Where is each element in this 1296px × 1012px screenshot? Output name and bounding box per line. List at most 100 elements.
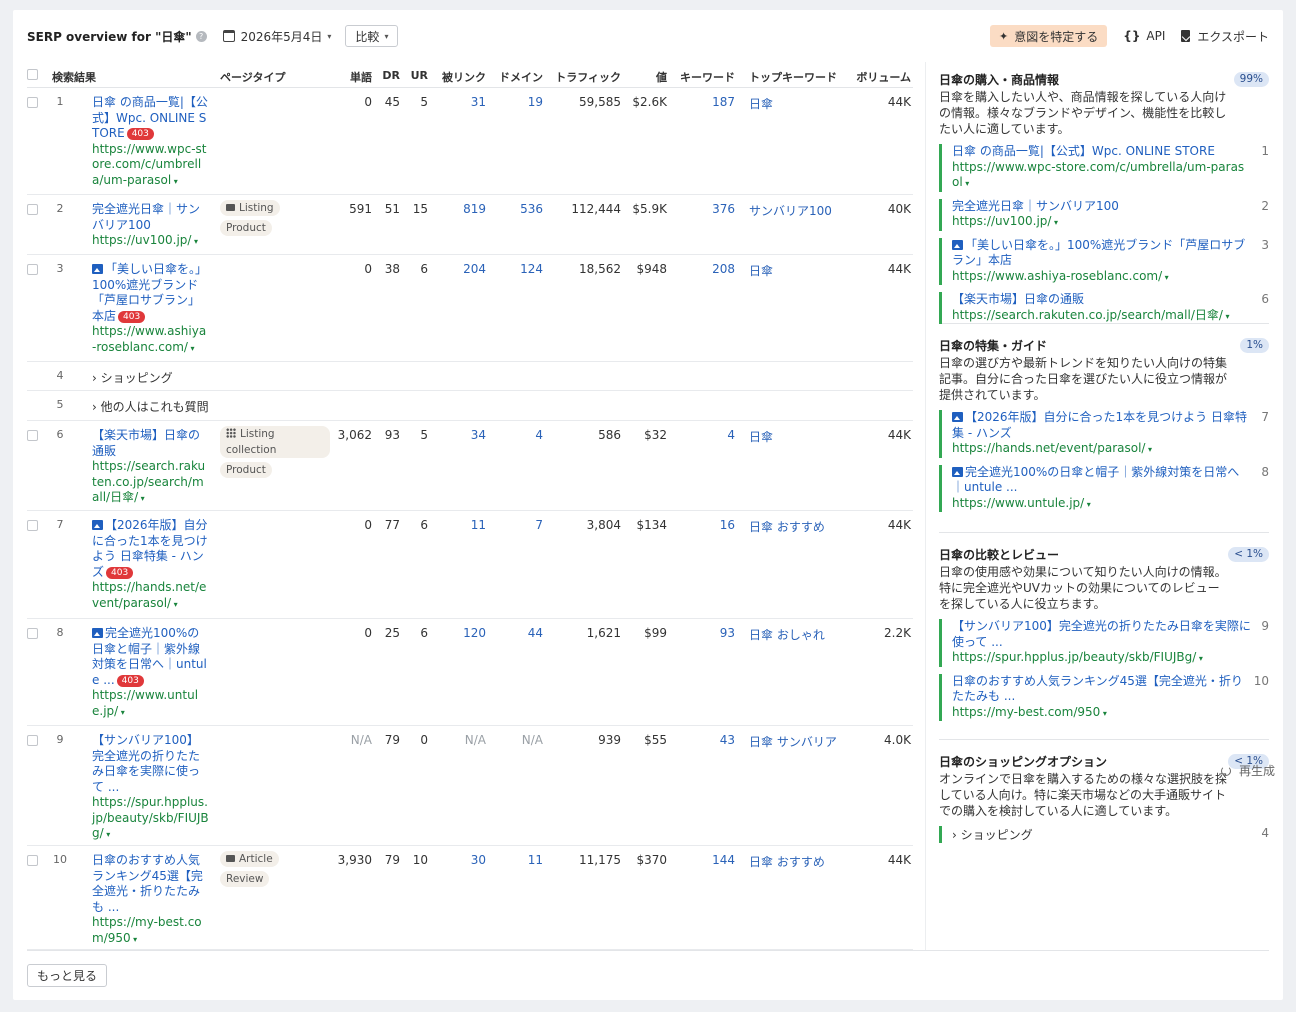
intent-result-url-link[interactable]: https://www.ashiya-roseblanc.com/ ▾ bbox=[952, 269, 1251, 286]
keywords-link[interactable]: 93 bbox=[667, 626, 735, 640]
col-ur[interactable]: UR bbox=[400, 69, 428, 82]
help-icon[interactable]: ? bbox=[195, 30, 207, 42]
compare-button[interactable]: 比較 ▾ bbox=[345, 25, 399, 47]
keywords-link[interactable]: 16 bbox=[667, 518, 735, 532]
backlinks-link[interactable]: 120 bbox=[428, 626, 486, 640]
top-keyword-link[interactable]: 日傘 bbox=[749, 95, 849, 112]
intent-result-title-link[interactable]: 完全遮光100%の日傘と帽子｜紫外線対策を日常へ｜untule ... bbox=[952, 465, 1251, 496]
row-checkbox[interactable] bbox=[27, 855, 38, 866]
chevron-down-icon[interactable]: ▾ bbox=[138, 494, 145, 503]
result-url-link[interactable]: https://spur.hpplus.jp/beauty/skb/FIUJBg… bbox=[92, 795, 209, 843]
domains-link[interactable]: 536 bbox=[486, 202, 543, 216]
intent-result-url-link[interactable]: https://www.wpc-store.com/c/umbrella/um-… bbox=[952, 160, 1251, 192]
chevron-down-icon[interactable]: ▾ bbox=[131, 935, 137, 944]
row-checkbox[interactable] bbox=[27, 430, 38, 441]
export-button[interactable]: エクスポート bbox=[1181, 28, 1269, 45]
domains-link[interactable]: 4 bbox=[486, 428, 543, 442]
row-checkbox[interactable] bbox=[27, 264, 38, 275]
chevron-down-icon[interactable]: ▾ bbox=[171, 600, 178, 609]
col-dr[interactable]: DR bbox=[372, 69, 400, 82]
result-title-link[interactable]: 完全遮光100%の日傘と帽子｜紫外線対策を日常へ｜untule ... 403 bbox=[92, 626, 209, 688]
intent-result-url-link[interactable]: https://my-best.com/950 ▾ bbox=[952, 705, 1251, 722]
backlinks-link[interactable]: 30 bbox=[428, 853, 486, 867]
intent-result-title-link[interactable]: 【2026年版】自分に合った1本を見つけよう 日傘特集 - ハンズ bbox=[952, 410, 1251, 441]
chevron-down-icon[interactable]: ▾ bbox=[118, 708, 125, 717]
intent-result-title-link[interactable]: 「美しい日傘を。」100%遮光ブランド「芦屋ロサブラン」本店 bbox=[952, 238, 1251, 269]
keywords-link[interactable]: 144 bbox=[667, 853, 735, 867]
api-button[interactable]: {} API bbox=[1123, 29, 1165, 43]
backlinks-link[interactable]: 34 bbox=[428, 428, 486, 442]
result-url-link[interactable]: https://hands.net/event/parasol/ ▾ bbox=[92, 580, 209, 612]
result-url-link[interactable]: https://my-best.com/950 ▾ bbox=[92, 915, 209, 947]
keywords-link[interactable]: 187 bbox=[667, 95, 735, 109]
identify-intent-button[interactable]: ✦ 意図を特定する bbox=[990, 25, 1108, 47]
domains-link[interactable]: 19 bbox=[486, 95, 543, 109]
show-more-button[interactable]: もっと見る bbox=[27, 964, 108, 987]
intent-result-url-link[interactable]: https://hands.net/event/parasol/ ▾ bbox=[952, 441, 1251, 458]
result-url-link[interactable]: https://www.wpc-store.com/c/umbrella/um-… bbox=[92, 142, 209, 190]
result-title-link[interactable]: 日傘 の商品一覧|【公式】Wpc. ONLINE STORE 403 bbox=[92, 95, 209, 142]
domains-link[interactable]: 11 bbox=[486, 853, 543, 867]
intent-result-title-link[interactable]: 完全遮光日傘｜サンバリア100 bbox=[952, 199, 1251, 215]
chevron-down-icon[interactable]: ▾ bbox=[1084, 500, 1091, 509]
top-keyword-link[interactable]: 日傘 サンバリア bbox=[749, 733, 849, 750]
result-title-link[interactable]: 【楽天市場】日傘の通販 bbox=[92, 428, 209, 459]
backlinks-link[interactable]: 819 bbox=[428, 202, 486, 216]
row-checkbox[interactable] bbox=[27, 204, 38, 215]
domains-link[interactable]: 124 bbox=[486, 262, 543, 276]
top-keyword-link[interactable]: サンバリア100 bbox=[749, 202, 849, 219]
result-title-link[interactable]: 完全遮光日傘｜サンバリア100 bbox=[92, 202, 209, 233]
result-title-link[interactable]: 【2026年版】自分に合った1本を見つけよう 日傘特集 - ハンズ 403 bbox=[92, 518, 209, 580]
row-checkbox[interactable] bbox=[27, 97, 38, 108]
domains-link[interactable]: 7 bbox=[486, 518, 543, 532]
result-title-link[interactable]: 日傘のおすすめ人気ランキング45選【完全遮光・折りたたみも ... bbox=[92, 853, 209, 915]
intent-result-title-link[interactable]: 【サンバリア100】完全遮光の折りたたみ日傘を実際に使って ... bbox=[952, 619, 1251, 650]
select-all-checkbox[interactable] bbox=[27, 69, 38, 80]
intent-result-url-link[interactable]: https://search.rakuten.co.jp/search/mall… bbox=[952, 308, 1251, 325]
chevron-down-icon[interactable]: ▾ bbox=[1223, 312, 1229, 321]
intent-result-title-link[interactable]: 【楽天市場】日傘の通販 bbox=[952, 292, 1251, 308]
top-keyword-link[interactable]: 日傘 おすすめ bbox=[749, 853, 849, 870]
col-traffic[interactable]: トラフィック bbox=[543, 69, 621, 85]
backlinks-link[interactable]: 204 bbox=[428, 262, 486, 276]
domains-link[interactable]: 44 bbox=[486, 626, 543, 640]
intent-result-url-link[interactable]: https://spur.hpplus.jp/beauty/skb/FIUJBg… bbox=[952, 650, 1251, 667]
result-title-link[interactable]: 【サンバリア100】完全遮光の折りたたみ日傘を実際に使って ... bbox=[92, 733, 209, 795]
top-keyword-link[interactable]: 日傘 bbox=[749, 262, 849, 279]
backlinks-link[interactable]: 31 bbox=[428, 95, 486, 109]
col-backlinks[interactable]: 被リンク bbox=[428, 69, 486, 85]
serp-feature-toggle[interactable]: › 他の人はこれも質問 bbox=[92, 398, 292, 415]
keywords-link[interactable]: 43 bbox=[667, 733, 735, 747]
row-checkbox[interactable] bbox=[27, 735, 38, 746]
chevron-down-icon[interactable]: ▾ bbox=[1162, 273, 1169, 282]
result-title-link[interactable]: 「美しい日傘を。」100%遮光ブランド「芦屋ロサブラン」本店 403 bbox=[92, 262, 209, 324]
date-picker[interactable]: 2026年5月4日 ▾ bbox=[222, 28, 331, 45]
regenerate-button[interactable]: 再生成 bbox=[1220, 762, 1275, 779]
keywords-link[interactable]: 376 bbox=[667, 202, 735, 216]
chevron-down-icon[interactable]: ▾ bbox=[1196, 654, 1203, 663]
col-volume[interactable]: ボリューム bbox=[847, 69, 911, 85]
serp-feature-toggle[interactable]: › ショッピング bbox=[952, 826, 1251, 843]
row-checkbox[interactable] bbox=[27, 628, 38, 639]
backlinks-link[interactable]: 11 bbox=[428, 518, 486, 532]
serp-feature-toggle[interactable]: › ショッピング bbox=[92, 369, 292, 386]
top-keyword-link[interactable]: 日傘 おしゃれ bbox=[749, 626, 849, 643]
chevron-down-icon[interactable]: ▾ bbox=[104, 830, 110, 839]
chevron-down-icon[interactable]: ▾ bbox=[1145, 445, 1152, 454]
chevron-down-icon[interactable]: ▾ bbox=[963, 179, 969, 188]
col-top-keyword[interactable]: トップキーワード bbox=[749, 69, 837, 85]
chevron-down-icon[interactable]: ▾ bbox=[1100, 709, 1107, 718]
top-keyword-link[interactable]: 日傘 おすすめ bbox=[749, 518, 849, 535]
col-value[interactable]: 値 bbox=[621, 69, 667, 85]
col-result[interactable]: 検索結果 bbox=[52, 69, 96, 85]
keywords-link[interactable]: 208 bbox=[667, 262, 735, 276]
col-words[interactable]: 単語 bbox=[327, 69, 372, 85]
result-url-link[interactable]: https://uv100.jp/ ▾ bbox=[92, 233, 209, 250]
col-page-type[interactable]: ページタイプ bbox=[220, 69, 286, 85]
chevron-down-icon[interactable]: ▾ bbox=[1051, 218, 1058, 227]
col-keywords[interactable]: キーワード bbox=[667, 69, 735, 85]
intent-result-url-link[interactable]: https://www.untule.jp/ ▾ bbox=[952, 496, 1251, 513]
chevron-down-icon[interactable]: ▾ bbox=[188, 344, 195, 353]
chevron-down-icon[interactable]: ▾ bbox=[191, 237, 198, 246]
result-url-link[interactable]: https://search.rakuten.co.jp/search/mall… bbox=[92, 459, 209, 507]
